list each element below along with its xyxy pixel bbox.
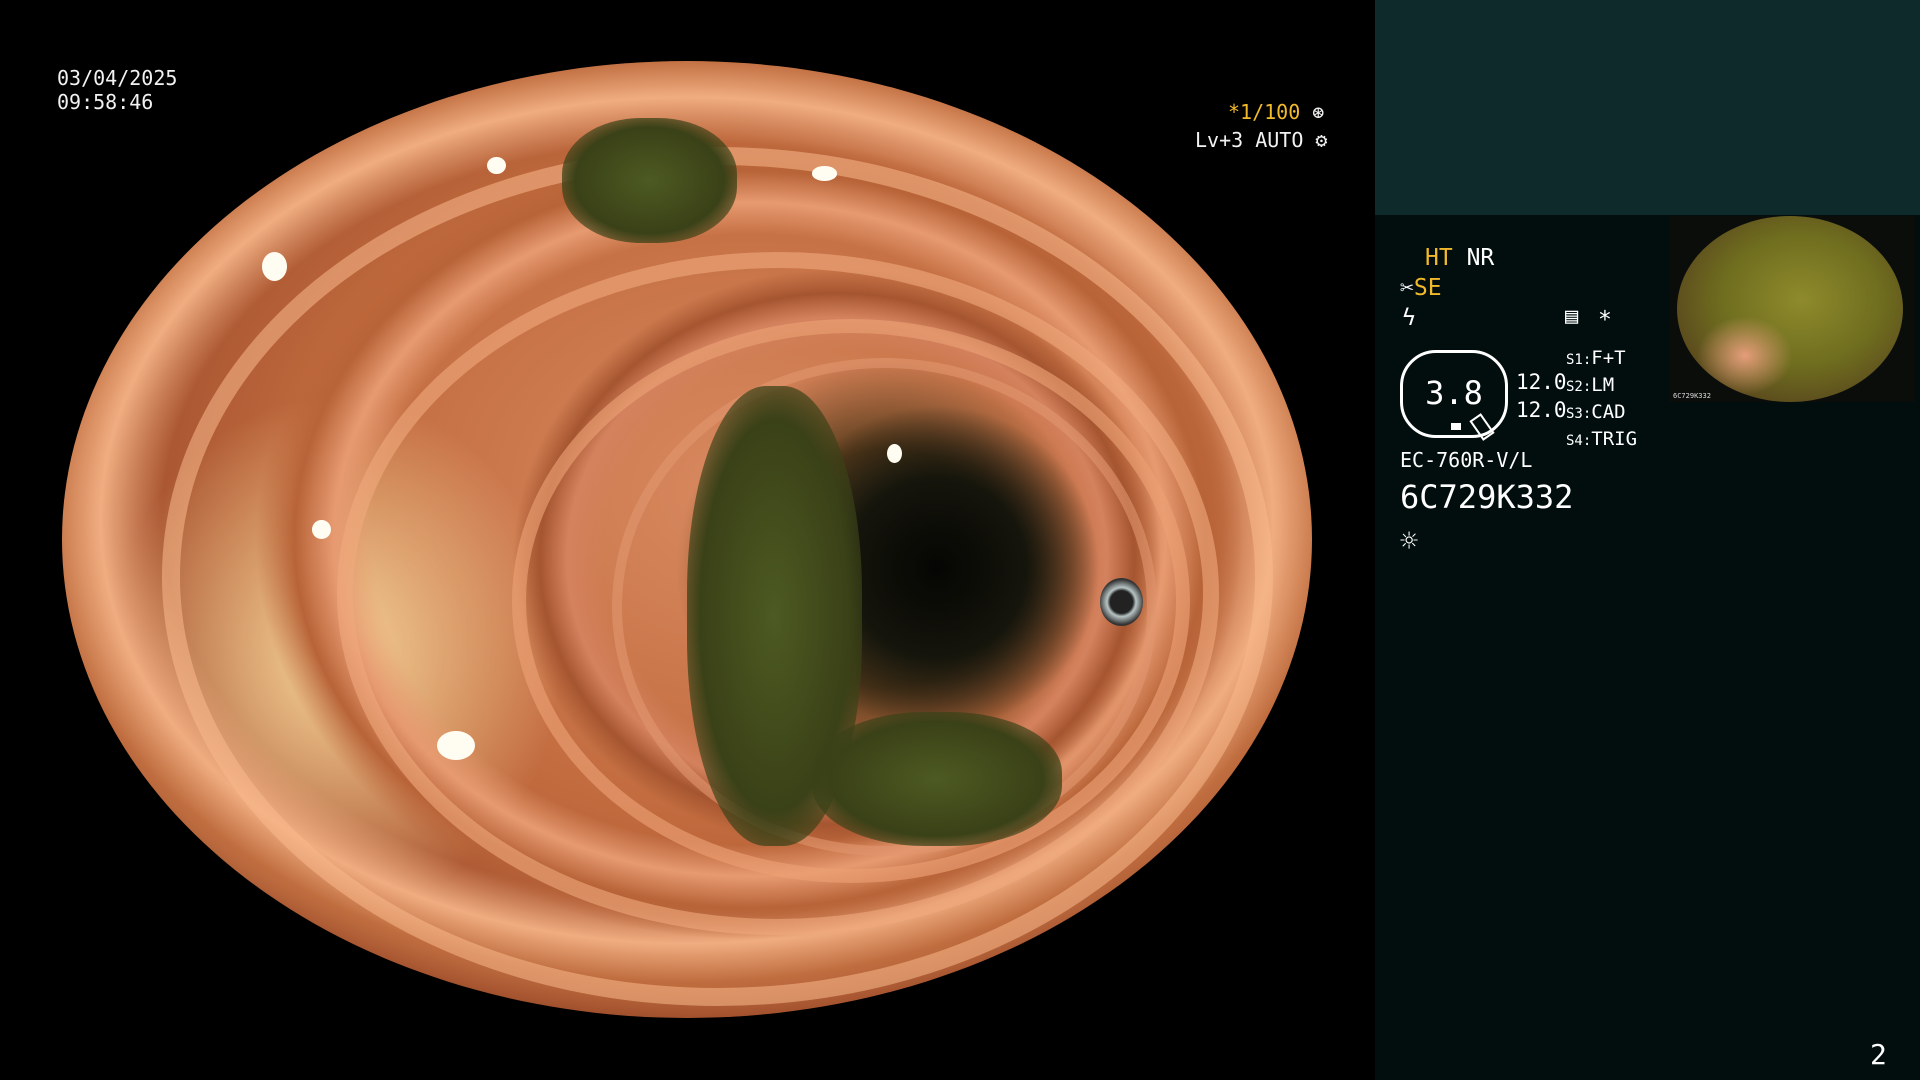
switch-list: S1:F+T S2:LM S3:CAD S4:TRIG	[1566, 346, 1637, 454]
time-label: 09:58:46	[57, 90, 154, 114]
value-b: 12.0	[1516, 398, 1567, 422]
scope-badge: 3.8	[1400, 350, 1508, 441]
shutter-speed: *1/100	[1228, 100, 1301, 124]
endoscope-view	[62, 61, 1312, 1018]
scope-value: 3.8	[1425, 374, 1483, 412]
mode-row-2: ✂SE	[1400, 274, 1442, 302]
switch-s2: S2:LM	[1566, 374, 1615, 396]
page-number: 2	[1870, 1038, 1887, 1071]
residue	[812, 711, 1062, 846]
serial-number: 6C729K332	[1400, 478, 1574, 516]
ht-mode: HT	[1425, 245, 1453, 271]
value-a: 12.0	[1516, 370, 1567, 394]
scope-model: EC-760R-V/L	[1400, 448, 1533, 472]
light-reflection	[1099, 577, 1144, 626]
gear-icon: ⚙	[1303, 128, 1328, 152]
badge-marker	[1451, 423, 1461, 430]
panel-header	[1375, 0, 1920, 215]
switch-s3: S3:CAD	[1566, 401, 1626, 423]
se-mode: SE	[1413, 275, 1442, 301]
nr-mode: NR	[1466, 245, 1495, 271]
lightning-icon: ϟ	[1402, 305, 1416, 331]
light-reflection	[437, 730, 475, 760]
residue	[562, 118, 737, 243]
light-reflection	[887, 443, 902, 463]
document-icon: ▤	[1565, 304, 1579, 329]
switch-s1: S1:F+T	[1566, 347, 1626, 369]
asterisk-indicator: *	[1598, 307, 1612, 333]
mode-row-1: HT NR	[1425, 244, 1494, 272]
shutter-indicator: *1/100 ⊛	[1228, 100, 1324, 124]
level-indicator: Lv+3 AUTO ⚙	[1195, 128, 1327, 152]
light-reflection	[487, 156, 506, 174]
date-label: 03/04/2025	[57, 66, 178, 90]
level-label: Lv+3 AUTO	[1195, 128, 1304, 152]
switch-s4: S4:TRIG	[1566, 428, 1638, 450]
brightness-icon: ☼	[1400, 524, 1419, 559]
thumbnail-serial: 6C729K332	[1673, 392, 1711, 400]
capture-thumbnail[interactable]: 6C729K332	[1669, 216, 1915, 402]
light-reflection	[262, 252, 287, 282]
thumbnail-image	[1677, 216, 1903, 402]
light-reflection	[812, 166, 837, 181]
scissors-icon: ✂	[1400, 275, 1414, 301]
aperture-icon: ⊛	[1300, 100, 1325, 124]
